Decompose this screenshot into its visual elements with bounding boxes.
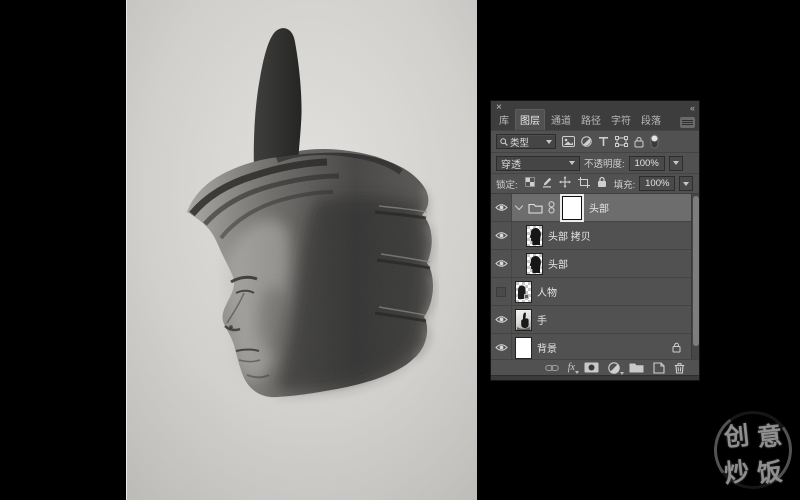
hand-face-artwork: [127, 0, 477, 500]
folder-icon: [528, 202, 543, 214]
scrollbar-thumb[interactable]: [693, 196, 699, 346]
watermark-char: 创: [718, 415, 755, 454]
layer-thumbnail-head[interactable]: [526, 253, 543, 275]
watermark-char: 炒: [718, 451, 755, 490]
layer-thumbnail-hand[interactable]: [515, 309, 532, 331]
visibility-toggle[interactable]: [491, 194, 512, 221]
watermark-logo: 创 意 炒 饭: [710, 407, 796, 493]
shape-layer-filter-icon[interactable]: [615, 136, 628, 147]
add-mask-icon[interactable]: [584, 362, 599, 373]
layer-name: 头部 拷贝: [548, 228, 591, 243]
layer-filter-row: 类型: [491, 131, 699, 153]
tab-channels[interactable]: 通道: [547, 110, 575, 130]
watermark-char: 意: [751, 415, 788, 454]
tab-paragraph[interactable]: 段落: [637, 110, 665, 130]
layer-row-person[interactable]: 人物: [491, 278, 699, 306]
filter-kind-dropdown[interactable]: 类型: [496, 134, 556, 149]
panel-action-bar: fx: [491, 359, 699, 375]
type-layer-filter-icon[interactable]: [598, 136, 609, 147]
layer-mask-thumbnail[interactable]: [562, 196, 582, 220]
eye-icon: [495, 231, 508, 240]
lock-row: 锁定: 填充: 100%: [491, 174, 699, 194]
lock-position-icon[interactable]: [559, 176, 571, 191]
chevron-down-icon: [569, 161, 575, 165]
tab-layers[interactable]: 图层: [515, 109, 545, 130]
layer-thumbnail-background[interactable]: [515, 337, 532, 359]
panel-resize-edge[interactable]: [491, 375, 699, 380]
head-silhouette: [527, 254, 542, 274]
blend-mode-row: 穿透 不透明度: 100%: [491, 153, 699, 174]
adjustment-icon[interactable]: [608, 362, 620, 374]
layer-thumbnail-person[interactable]: [515, 281, 532, 303]
person-photo: [516, 282, 531, 302]
panel-tab-bar: 库 图层 通道 路径 字符 段落: [491, 114, 699, 131]
hidden-eye-checkbox: [496, 287, 506, 297]
tab-paths[interactable]: 路径: [577, 110, 605, 130]
layer-row-group-head[interactable]: 头部: [491, 194, 699, 222]
new-group-icon[interactable]: [629, 362, 644, 373]
collapse-icon[interactable]: «: [690, 103, 694, 113]
fill-dropdown-button[interactable]: [679, 176, 693, 191]
layer-row-head-copy[interactable]: 头部 拷贝: [491, 222, 699, 250]
fill-value[interactable]: 100%: [639, 176, 675, 191]
blend-mode-dropdown[interactable]: 穿透: [496, 156, 580, 171]
eye-icon: [495, 259, 508, 268]
filter-kind-label: 类型: [510, 135, 544, 149]
new-layer-icon[interactable]: [653, 362, 665, 374]
layer-row-hand[interactable]: 手: [491, 306, 699, 334]
lock-pixels-icon[interactable]: [542, 177, 552, 191]
document-canvas[interactable]: [126, 0, 477, 500]
hand-mini: [516, 310, 531, 330]
layer-row-head[interactable]: 头部: [491, 250, 699, 278]
mask-link-icon[interactable]: [548, 201, 555, 214]
lock-label: 锁定:: [496, 177, 518, 191]
adjustment-layer-filter-icon[interactable]: [581, 136, 592, 147]
group-expand-chevron[interactable]: [515, 202, 523, 210]
search-icon: [500, 138, 508, 146]
layers-scrollbar[interactable]: [691, 194, 699, 359]
lock-transparency-icon[interactable]: [525, 177, 535, 190]
eye-icon: [495, 315, 508, 324]
opacity-dropdown-button[interactable]: [669, 156, 683, 171]
layers-panel: × « 库 图层 通道 路径 字符 段落 类型: [490, 100, 700, 381]
visibility-toggle[interactable]: [491, 278, 512, 305]
layer-effects-icon[interactable]: fx: [568, 362, 575, 373]
photoshop-workspace: × « 库 图层 通道 路径 字符 段落 类型: [0, 0, 800, 500]
visibility-toggle[interactable]: [491, 222, 512, 249]
tab-library[interactable]: 库: [495, 110, 513, 130]
layer-name: 手: [537, 312, 547, 327]
layer-lock-icon: [672, 342, 681, 353]
layer-name: 头部: [589, 200, 609, 215]
pixel-layer-filter-icon[interactable]: [562, 136, 575, 147]
layer-row-background[interactable]: 背景: [491, 334, 699, 359]
eye-icon: [495, 203, 508, 212]
lock-all-icon[interactable]: [597, 176, 607, 191]
visibility-toggle[interactable]: [491, 334, 512, 359]
blend-mode-value: 穿透: [501, 156, 521, 171]
layers-list: 头部 头部 拷贝: [491, 194, 699, 359]
delete-layer-icon[interactable]: [674, 362, 685, 374]
panel-menu-icon[interactable]: [680, 117, 695, 128]
layer-name: 头部: [548, 256, 568, 271]
chevron-down-icon: [620, 372, 624, 375]
lock-artboard-icon[interactable]: [578, 177, 590, 191]
tab-character[interactable]: 字符: [607, 110, 635, 130]
film-grain: [127, 0, 477, 500]
visibility-toggle[interactable]: [491, 306, 512, 333]
chevron-down-icon: [575, 371, 579, 374]
opacity-value[interactable]: 100%: [629, 156, 665, 171]
opacity-label: 不透明度:: [584, 156, 625, 170]
layer-name: 背景: [537, 340, 557, 355]
visibility-toggle[interactable]: [491, 250, 512, 277]
link-layers-icon[interactable]: [545, 364, 559, 372]
chevron-down-icon: [546, 140, 552, 144]
eye-icon: [495, 343, 508, 352]
layer-thumbnail-head[interactable]: [526, 225, 543, 247]
head-silhouette: [527, 226, 542, 246]
smart-object-filter-icon[interactable]: [634, 136, 644, 148]
layer-name: 人物: [537, 284, 557, 299]
filter-toggle-switch[interactable]: [650, 134, 659, 149]
watermark-char: 饭: [751, 451, 788, 490]
fill-label: 填充:: [614, 177, 636, 191]
